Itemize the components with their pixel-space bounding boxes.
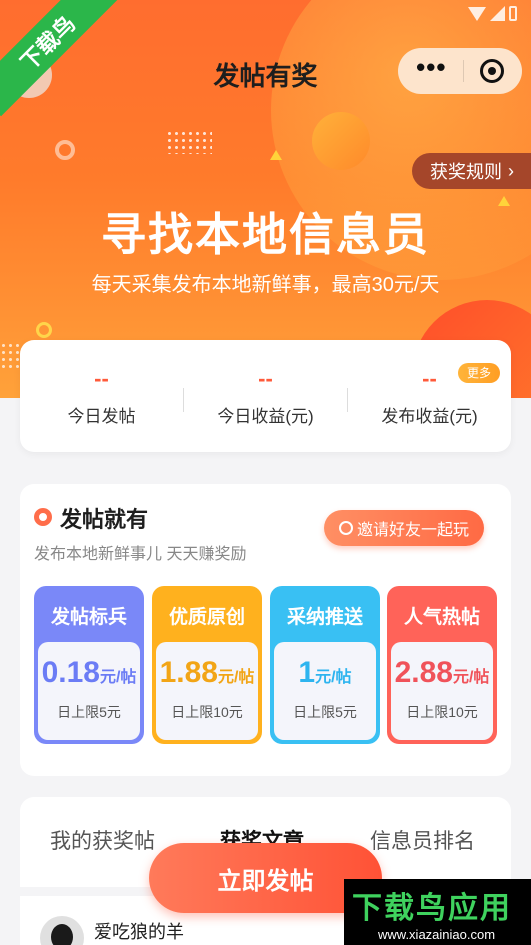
reward-card: 优质原创 1.88元/帖 日上限10元 xyxy=(152,586,262,744)
stats-card: -- 今日发帖 -- 今日收益(元) -- 发布收益(元) xyxy=(20,340,511,452)
avatar xyxy=(40,916,84,945)
wifi-icon xyxy=(468,6,486,21)
reward-card: 采纳推送 1元/帖 日上限5元 xyxy=(270,586,380,744)
signal-icon xyxy=(490,6,505,21)
stat-label: 发布收益(元) xyxy=(381,406,478,426)
reward-amount: 1元/帖 xyxy=(298,656,352,689)
battery-icon xyxy=(509,6,517,21)
reward-body: 1元/帖 日上限5元 xyxy=(274,642,376,740)
more-dots-icon[interactable]: ••• xyxy=(416,54,446,80)
hero-subtitle: 每天采集发布本地新鲜事，最高30元/天 xyxy=(91,274,440,296)
reward-body: 0.18元/帖 日上限5元 xyxy=(38,642,140,740)
user-name: 爱吃狼的羊 xyxy=(94,922,184,942)
stat-value: -- xyxy=(258,365,273,391)
reward-limit: 日上限10元 xyxy=(171,704,243,720)
reward-name: 发帖标兵 xyxy=(50,607,127,628)
stat-label: 今日发帖 xyxy=(67,406,136,426)
invite-label: 邀请好友一起玩 xyxy=(356,522,469,539)
reward-body: 1.88元/帖 日上限10元 xyxy=(156,642,258,740)
rules-label: 获奖规则 xyxy=(430,162,502,182)
deco-circle xyxy=(312,112,370,170)
post-reward-card: 发帖就有 发布本地新鲜事儿 天天赚奖励 邀请好友一起玩 发帖标兵 0.18元/帖… xyxy=(20,484,511,776)
status-bar xyxy=(468,6,517,21)
reward-name: 采纳推送 xyxy=(286,607,363,628)
reward-limit: 日上限5元 xyxy=(293,704,357,720)
deco-ring-small xyxy=(36,322,52,338)
user-icon xyxy=(338,521,353,535)
reward-limit: 日上限10元 xyxy=(406,704,478,720)
reward-body: 2.88元/帖 日上限10元 xyxy=(391,642,493,740)
stat-value: -- xyxy=(422,365,437,391)
deco-dots xyxy=(166,130,212,154)
capsule-divider xyxy=(462,60,464,82)
tab-my-awarded-posts[interactable]: 我的获奖帖 xyxy=(50,825,155,855)
watermark-bottom: 下载鸟应用 www.xiazainiao.com xyxy=(344,879,531,945)
section-dot-icon xyxy=(34,508,52,526)
reward-amount: 1.88元/帖 xyxy=(159,656,255,689)
miniprogram-capsule: ••• xyxy=(398,48,522,94)
reward-card: 人气热帖 2.88元/帖 日上限10元 xyxy=(387,586,497,744)
stat-label: 今日收益(元) xyxy=(217,406,314,426)
target-circle-icon[interactable] xyxy=(479,59,504,83)
chevron-right-icon: › xyxy=(508,160,514,181)
rules-button[interactable]: 获奖规则 › xyxy=(412,153,531,189)
invite-friends-button[interactable]: 邀请好友一起玩 xyxy=(324,510,484,546)
reward-name: 人气热帖 xyxy=(403,607,480,628)
hero-banner: ‹ 发帖有奖 ••• 获奖规则 › 寻找本地信息员 每天采集发布本地新鲜事，最高… xyxy=(0,0,531,398)
section-subtitle: 发布本地新鲜事儿 天天赚奖励 xyxy=(34,546,247,563)
deco-ring xyxy=(55,140,75,160)
hero-title: 寻找本地信息员 xyxy=(100,209,430,260)
deco-triangle xyxy=(270,150,282,160)
reward-amount: 2.88元/帖 xyxy=(394,656,490,689)
more-badge[interactable]: 更多 xyxy=(458,363,500,383)
deco-dots-left xyxy=(0,342,22,370)
reward-amount: 0.18元/帖 xyxy=(41,656,137,689)
reward-card: 发帖标兵 0.18元/帖 日上限5元 xyxy=(34,586,144,744)
watermark-url: www.xiazainiao.com xyxy=(378,927,496,942)
section-title: 发帖就有 xyxy=(60,507,149,532)
stat-today-income: -- 今日收益(元) xyxy=(184,366,347,427)
reward-limit: 日上限5元 xyxy=(57,704,121,720)
watermark-title: 下载鸟应用 xyxy=(352,892,512,925)
stat-value: -- xyxy=(94,365,109,391)
stat-today-posts: -- 今日发帖 xyxy=(20,366,183,427)
tab-reporter-ranking[interactable]: 信息员排名 xyxy=(370,825,475,855)
reward-name: 优质原创 xyxy=(168,607,245,628)
